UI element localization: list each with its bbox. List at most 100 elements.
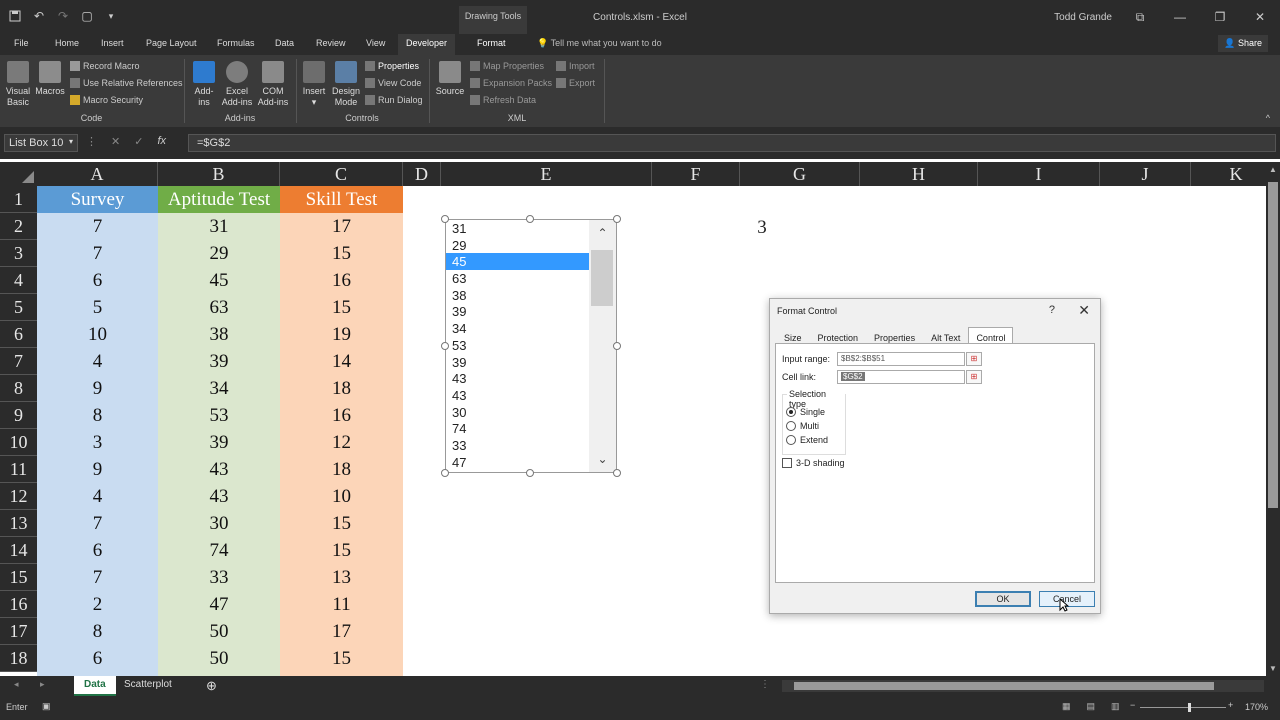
table-cell-survey[interactable]: 2 [37,591,158,618]
column-header-d[interactable]: D [403,162,441,186]
list-box-item[interactable]: 31 [446,220,589,237]
cell-g2-value[interactable]: 3 [740,214,784,241]
table-cell-skill-test[interactable]: 19 [280,321,403,348]
table-cell-skill-test[interactable]: 15 [280,294,403,321]
table-cell-survey[interactable]: 4 [37,348,158,375]
restore-icon[interactable]: ❐ [1200,0,1240,34]
table-cell-survey[interactable]: 3 [37,429,158,456]
tab-page-layout[interactable]: Page Layout [146,38,197,48]
resize-handle[interactable] [613,342,621,350]
export-button[interactable]: Export [556,78,595,88]
xml-source-button[interactable]: Source [434,61,466,97]
scroll-down-icon[interactable]: ▼ [1266,664,1280,673]
input-range-field[interactable]: $B$2:$B$51 [837,352,965,366]
list-box-item[interactable]: 74 [446,420,589,437]
table-cell-aptitude-test[interactable]: 50 [158,645,280,672]
table-cell-aptitude-test[interactable]: 29 [158,240,280,267]
row-header-18[interactable]: 18 [0,645,37,672]
column-header-b[interactable]: B [158,162,280,186]
view-code-button[interactable]: View Code [365,78,421,88]
com-addins-button[interactable]: COM Add-ins [256,61,290,108]
design-mode-button[interactable]: Design Mode [330,61,362,108]
chevron-up-icon[interactable]: ⌃ [589,226,616,240]
collapse-ribbon-icon[interactable]: ^ [1266,113,1270,123]
row-header-5[interactable]: 5 [0,294,37,321]
row-header-10[interactable]: 10 [0,429,37,456]
list-box-item[interactable]: 63 [446,270,589,287]
page-layout-view-icon[interactable]: ▤ [1087,701,1096,712]
expansion-packs-button[interactable]: Expansion Packs [470,78,552,88]
zoom-slider[interactable] [1140,703,1226,712]
list-box-item[interactable]: 53 [446,337,589,354]
map-properties-button[interactable]: Map Properties [470,61,544,71]
column-header-a[interactable]: A [37,162,158,186]
import-button[interactable]: Import [556,61,595,71]
column-header-e[interactable]: E [441,162,652,186]
close-icon[interactable]: ✕ [1240,0,1280,34]
list-box-item[interactable]: 47 [446,454,589,471]
table-cell-survey[interactable]: 7 [37,240,158,267]
record-macro-button[interactable]: Record Macro [70,61,140,71]
table-cell-aptitude-test[interactable]: 30 [158,510,280,537]
minimize-icon[interactable]: — [1160,0,1200,34]
resize-handle[interactable] [613,215,621,223]
table-cell-skill-test[interactable]: 11 [280,591,403,618]
column-header-c[interactable]: C [280,162,403,186]
collapse-dialog-icon[interactable]: ⊞ [966,352,982,366]
resize-handle[interactable] [526,215,534,223]
tab-home[interactable]: Home [55,38,79,48]
row-header-12[interactable]: 12 [0,483,37,510]
scroll-sheets-left-icon[interactable]: ◂ [14,679,19,690]
header-cell-survey[interactable]: Survey [37,186,158,213]
tab-view[interactable]: View [366,38,385,48]
list-box-item[interactable]: 33 [446,437,589,454]
table-cell-survey[interactable]: 6 [37,267,158,294]
table-cell-skill-test[interactable]: 17 [280,618,403,645]
table-cell-skill-test[interactable]: 12 [280,429,403,456]
list-box-item[interactable]: 45 [446,253,589,271]
scroll-sheets-right-icon[interactable]: ▸ [40,679,45,690]
table-cell-aptitude-test[interactable]: 74 [158,537,280,564]
header-cell-aptitude-test[interactable]: Aptitude Test [158,186,280,213]
table-cell-survey[interactable]: 6 [37,645,158,672]
scroll-up-icon[interactable]: ▲ [1266,165,1280,174]
row-header-4[interactable]: 4 [0,267,37,294]
table-cell-skill-test[interactable]: 18 [280,456,403,483]
row-header-11[interactable]: 11 [0,456,37,483]
column-header-h[interactable]: H [860,162,978,186]
table-cell-aptitude-test[interactable]: 39 [158,429,280,456]
table-cell-survey[interactable]: 9 [37,375,158,402]
cell-link-field[interactable]: $G$2 [837,370,965,384]
table-cell-aptitude-test[interactable]: 39 [158,348,280,375]
scrollbar-thumb[interactable] [591,250,613,306]
list-box-item[interactable]: 34 [446,320,589,337]
table-cell-survey[interactable]: 9 [37,456,158,483]
resize-handle[interactable] [441,342,449,350]
table-cell-survey[interactable]: 7 [37,213,158,240]
list-box-item[interactable]: 29 [446,237,589,254]
column-header-i[interactable]: I [978,162,1100,186]
table-cell-survey[interactable]: 7 [37,564,158,591]
run-dialog-button[interactable]: Run Dialog [365,95,423,105]
table-cell-aptitude-test[interactable]: 31 [158,213,280,240]
table-cell-survey[interactable]: 7 [37,510,158,537]
row-header-16[interactable]: 16 [0,591,37,618]
table-cell-survey[interactable]: 6 [37,537,158,564]
macro-recording-icon[interactable]: ▣ [42,701,51,712]
cancel-entry-icon[interactable]: ✕ [111,135,120,148]
table-cell-aptitude-test[interactable]: 38 [158,321,280,348]
resize-handle[interactable] [441,469,449,477]
properties-button[interactable]: Properties [365,61,419,71]
header-cell-skill-test[interactable]: Skill Test [280,186,403,213]
table-cell-aptitude-test[interactable]: 43 [158,456,280,483]
row-header-3[interactable]: 3 [0,240,37,267]
refresh-data-button[interactable]: Refresh Data [470,95,536,105]
table-cell-skill-test[interactable]: 17 [280,213,403,240]
excel-addins-button[interactable]: Excel Add-ins [220,61,254,108]
row-header-13[interactable]: 13 [0,510,37,537]
insert-function-icon[interactable]: fx [157,135,166,148]
visual-basic-button[interactable]: Visual Basic [4,61,32,108]
scrollbar-thumb[interactable] [1268,182,1278,508]
list-box-scrollbar[interactable]: ⌃ ⌄ [589,220,616,472]
help-icon[interactable]: ? [1049,304,1055,316]
